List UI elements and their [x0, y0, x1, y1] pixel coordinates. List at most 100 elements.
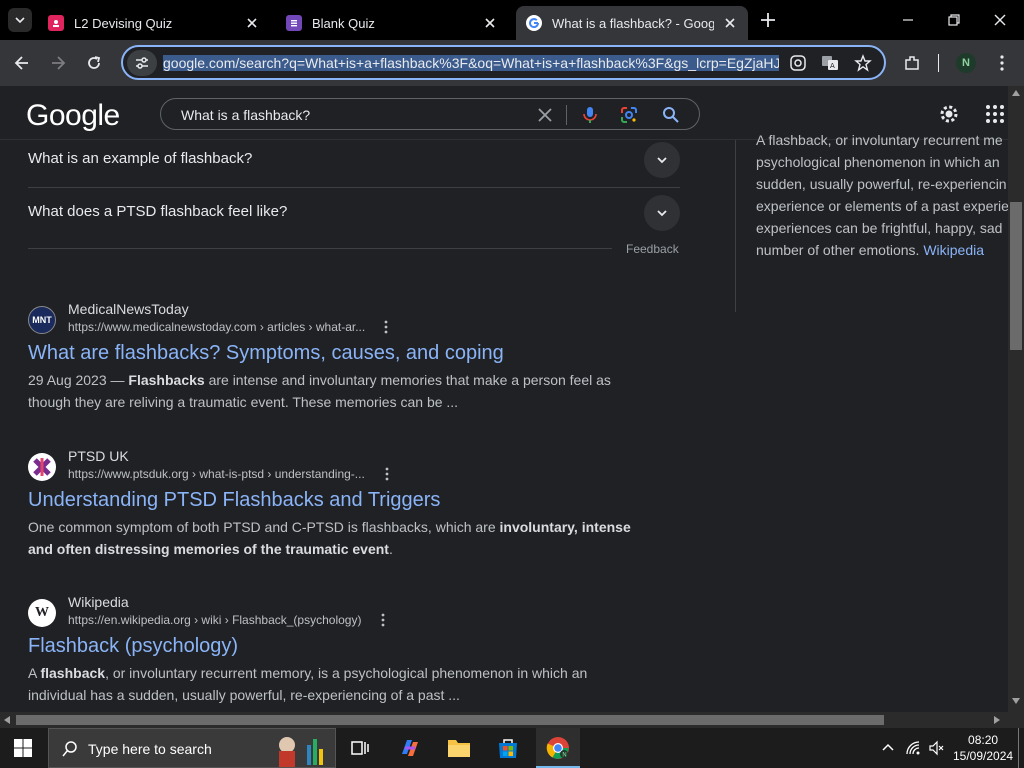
- minimize-icon[interactable]: [898, 10, 918, 30]
- knowledge-panel-border: [735, 140, 736, 312]
- wikipedia-favicon: W: [28, 599, 56, 627]
- result-title-link[interactable]: What are flashbacks? Symptoms, causes, a…: [28, 342, 504, 365]
- chrome-taskbar-button[interactable]: N: [536, 728, 580, 768]
- scroll-up-arrow-icon[interactable]: [1012, 90, 1020, 96]
- reload-icon[interactable]: [84, 53, 104, 73]
- file-explorer-icon[interactable]: [445, 734, 473, 762]
- snippet-bold: Flashbacks: [128, 372, 205, 388]
- microsoft-store-icon[interactable]: [494, 734, 522, 762]
- close-icon[interactable]: [722, 15, 738, 31]
- result-snippet: One common symptom of both PTSD and C-PT…: [28, 516, 638, 560]
- tab-google-search[interactable]: What is a flashback? - Google S: [516, 6, 748, 40]
- show-hidden-icons-chevron-up-icon[interactable]: [880, 740, 896, 756]
- taskbar-search-box[interactable]: Type here to search: [48, 728, 336, 768]
- svg-text:N: N: [562, 751, 567, 758]
- snippet-text: A: [28, 665, 41, 681]
- task-view-icon[interactable]: [346, 734, 374, 762]
- extensions-icon[interactable]: [902, 53, 922, 73]
- snippet-text: One common symptom of both PTSD and C-PT…: [28, 519, 500, 535]
- taskbar-search-placeholder: Type here to search: [88, 741, 212, 757]
- menu-kebab-icon[interactable]: [992, 53, 1012, 73]
- kp-line: sudden, usually powerful, re-experiencin: [756, 176, 1007, 192]
- forward-arrow-icon[interactable]: [48, 53, 68, 73]
- close-icon[interactable]: [482, 15, 498, 31]
- settings-gear-icon[interactable]: [937, 102, 961, 126]
- site-info-button[interactable]: [127, 49, 157, 76]
- result-title-link[interactable]: Understanding PTSD Flashbacks and Trigge…: [28, 489, 440, 512]
- show-desktop-button[interactable]: [1018, 728, 1019, 768]
- kp-line: psychological phenomenon in which an: [756, 154, 1000, 170]
- google-lens-icon[interactable]: [789, 54, 807, 72]
- google-logo[interactable]: Google: [26, 99, 120, 133]
- profile-avatar[interactable]: N: [956, 53, 976, 73]
- microphone-icon[interactable]: [580, 105, 600, 125]
- restore-icon[interactable]: [944, 10, 964, 30]
- vertical-scroll-thumb[interactable]: [1010, 202, 1022, 350]
- chevron-down-icon: [657, 210, 667, 217]
- forms-favicon-icon: [48, 15, 64, 31]
- feedback-link[interactable]: Feedback: [626, 242, 679, 256]
- scrollbar-corner: [1008, 712, 1024, 728]
- close-icon[interactable]: [244, 15, 260, 31]
- result-site-name[interactable]: MedicalNewsToday: [68, 301, 189, 317]
- scroll-left-arrow-icon[interactable]: [4, 716, 10, 724]
- wikipedia-source-link[interactable]: Wikipedia: [923, 242, 984, 258]
- result-snippet: A flashback, or involuntary recurrent me…: [28, 662, 638, 706]
- search-divider: [566, 105, 567, 125]
- search-icon: [62, 741, 77, 757]
- result-url[interactable]: https://en.wikipedia.org › wiki › Flashb…: [68, 613, 361, 627]
- vertical-scrollbar[interactable]: [1008, 86, 1024, 712]
- tab-blank-quiz[interactable]: Blank Quiz: [276, 6, 508, 40]
- new-tab-icon[interactable]: [758, 10, 778, 30]
- paa-question-text: What does a PTSD flashback feel like?: [28, 203, 288, 220]
- tab-strip: L2 Devising Quiz Blank Quiz What is a fl…: [0, 0, 1024, 40]
- tab-title: Blank Quiz: [312, 15, 375, 31]
- search-input[interactable]: What is a flashback?: [181, 107, 310, 123]
- chrome-icon: N: [546, 737, 569, 759]
- scroll-right-arrow-icon[interactable]: [994, 716, 1000, 724]
- windows-start-icon[interactable]: [14, 739, 32, 757]
- snippet-text: .: [388, 541, 393, 557]
- result-url[interactable]: https://www.medicalnewstoday.com › artic…: [68, 320, 365, 334]
- google-search-box[interactable]: What is a flashback?: [160, 98, 700, 130]
- paa-question[interactable]: What is an example of flashback?: [28, 136, 680, 188]
- speaker-muted-icon[interactable]: [928, 740, 944, 756]
- tab-l2-devising-quiz[interactable]: L2 Devising Quiz: [38, 6, 270, 40]
- result-url[interactable]: https://www.ptsduk.org › what-is-ptsd › …: [68, 467, 365, 481]
- horizontal-scroll-thumb[interactable]: [16, 715, 884, 725]
- back-arrow-icon[interactable]: [12, 53, 32, 73]
- result-snippet: 29 Aug 2023 — Flashbacks are intense and…: [28, 369, 638, 413]
- clock-time: 08:20: [968, 733, 999, 747]
- google-favicon-icon: [526, 15, 542, 31]
- bookmark-star-icon[interactable]: [854, 54, 872, 72]
- chevron-down-icon: [15, 17, 25, 24]
- more-options-icon[interactable]: [378, 613, 388, 627]
- expand-button[interactable]: [644, 195, 680, 231]
- kp-line: experiences can be frightful, happy, sad: [756, 220, 1003, 236]
- translate-icon[interactable]: A: [821, 54, 839, 72]
- copilot-icon[interactable]: [396, 734, 424, 762]
- google-lens-icon[interactable]: [619, 105, 639, 125]
- close-window-icon[interactable]: [990, 10, 1010, 30]
- result-site-name[interactable]: PTSD UK: [68, 448, 129, 464]
- more-options-icon[interactable]: [382, 467, 392, 481]
- result-site-name[interactable]: Wikipedia: [68, 594, 129, 610]
- address-bar-url[interactable]: google.com/search?q=What+is+a+flashback%…: [163, 54, 779, 71]
- more-options-icon[interactable]: [381, 320, 391, 334]
- system-clock[interactable]: 08:20 15/09/2024: [953, 732, 1013, 764]
- expand-button[interactable]: [644, 142, 680, 178]
- horizontal-scrollbar[interactable]: [0, 712, 1008, 728]
- clear-icon[interactable]: [535, 105, 555, 125]
- network-wifi-icon[interactable]: [905, 740, 921, 756]
- snippet-text: , or involuntary recurrent memory, is a …: [28, 665, 588, 703]
- address-bar[interactable]: google.com/search?q=What+is+a+flashback%…: [121, 45, 886, 80]
- search-highlight-illustration-icon: [279, 737, 323, 767]
- chevron-down-icon: [657, 157, 667, 164]
- paa-question[interactable]: What does a PTSD flashback feel like?: [28, 189, 680, 241]
- result-title-link[interactable]: Flashback (psychology): [28, 635, 238, 658]
- scroll-down-arrow-icon[interactable]: [1012, 698, 1020, 704]
- apps-grid-icon[interactable]: [984, 103, 1006, 125]
- search-icon[interactable]: [661, 105, 681, 125]
- windows-taskbar: Type here to search N 08:20 15/09/2024: [0, 728, 1024, 768]
- tab-search-button[interactable]: [8, 8, 32, 32]
